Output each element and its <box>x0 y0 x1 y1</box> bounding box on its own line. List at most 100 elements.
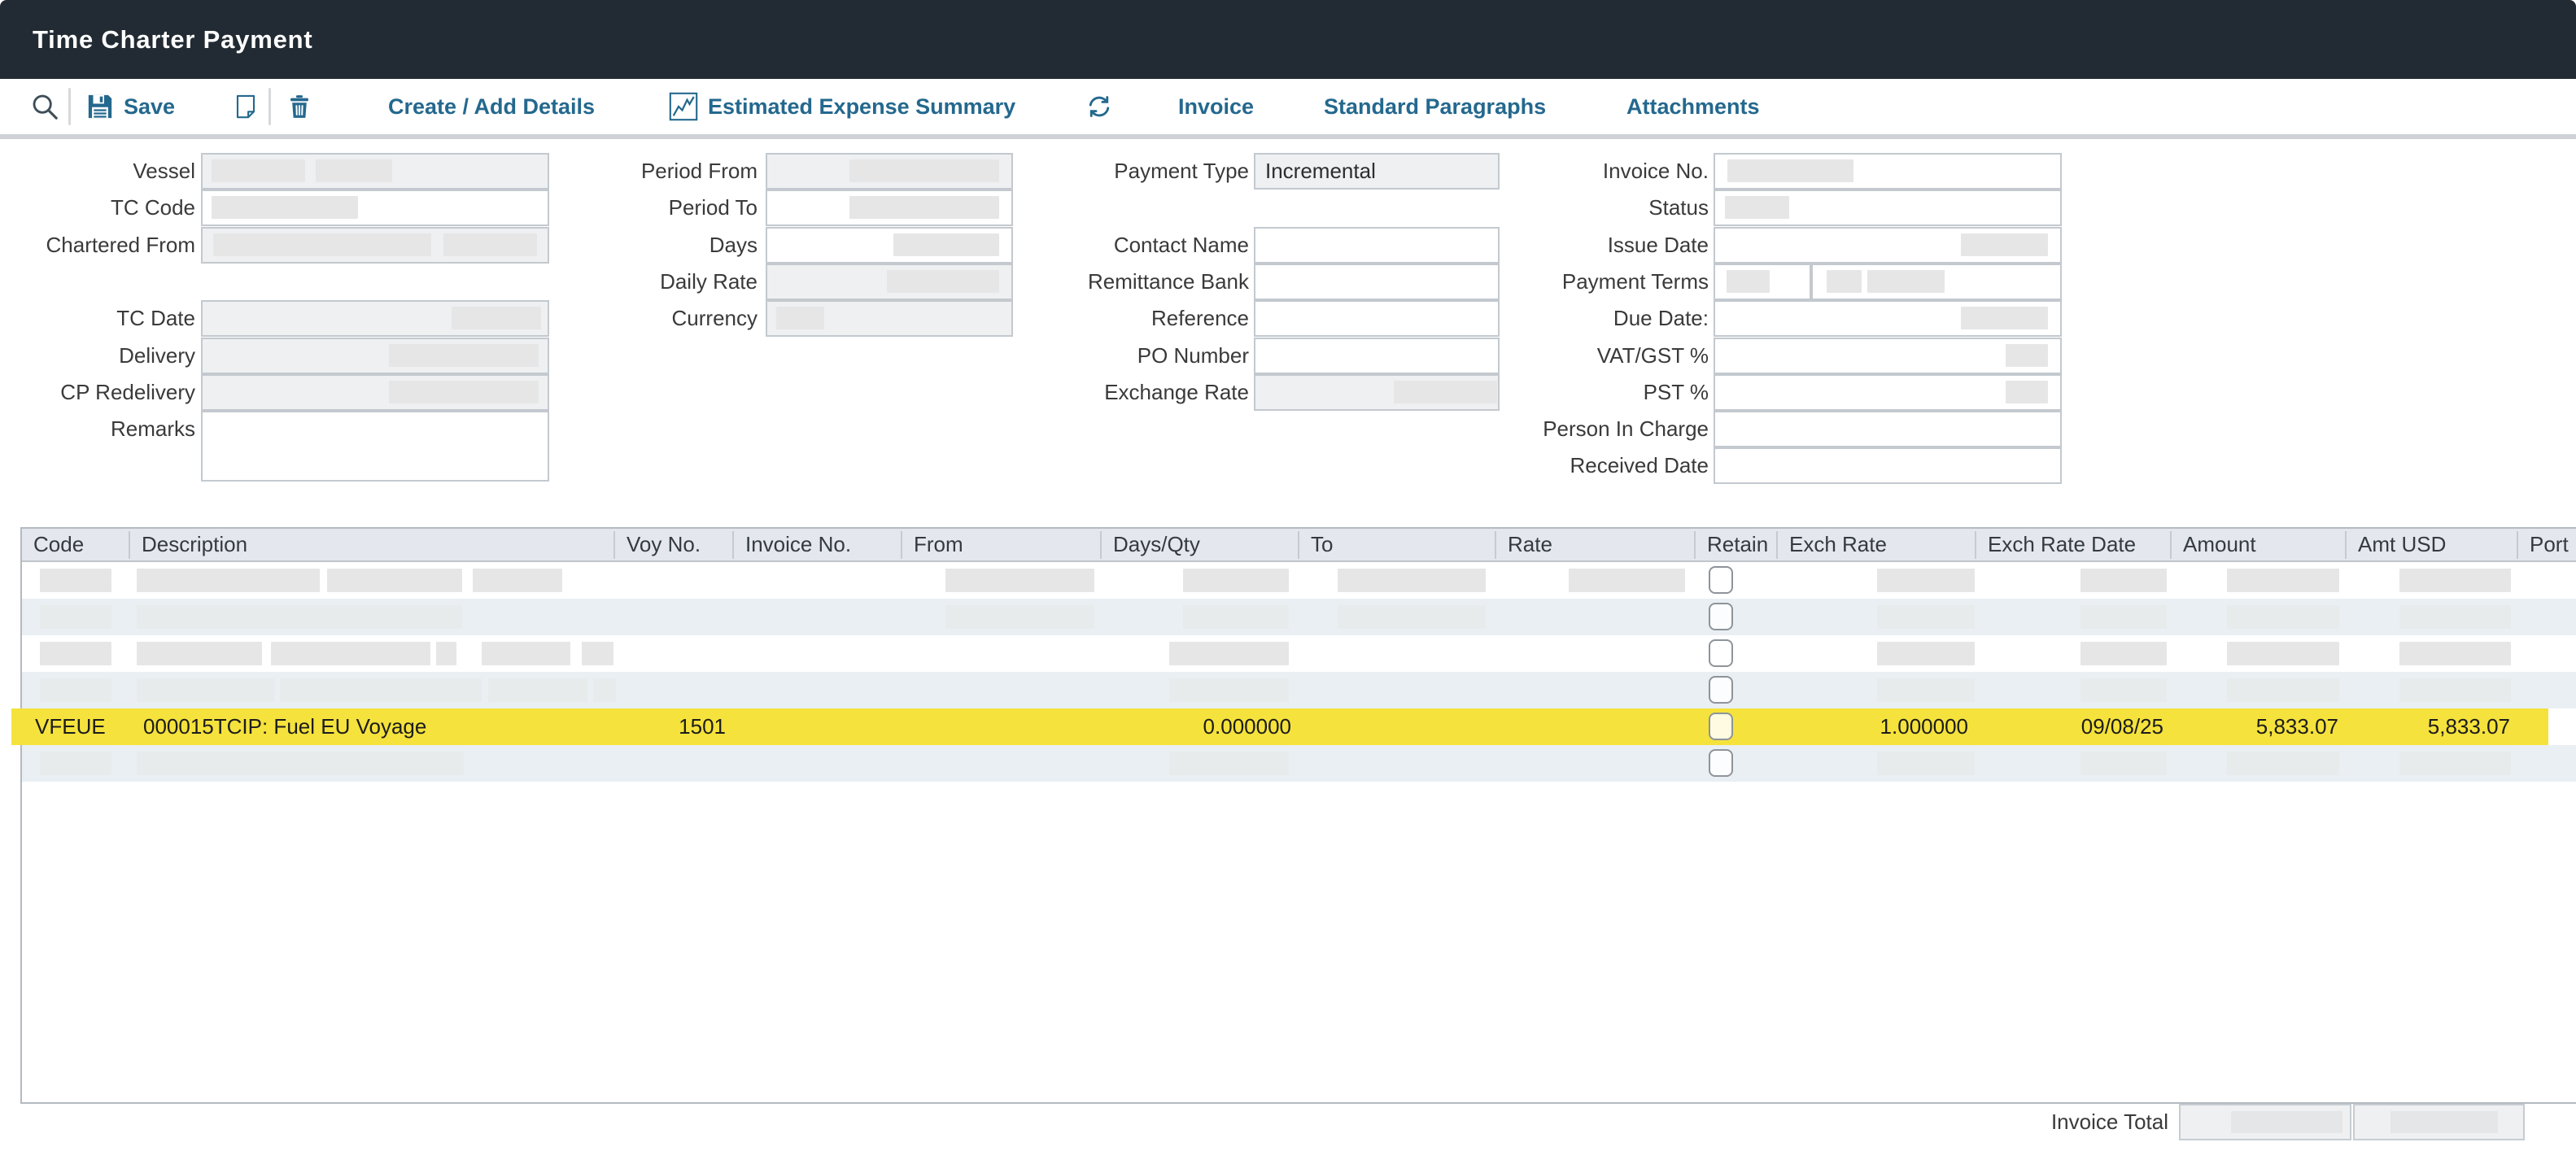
redacted-value <box>945 569 1094 592</box>
redacted-value <box>2399 752 2511 775</box>
redacted-value <box>473 569 562 592</box>
redacted-value <box>1169 752 1289 775</box>
redacted-value <box>1727 270 1770 293</box>
redacted-value <box>776 307 824 329</box>
redacted-value <box>849 196 999 219</box>
column-separator <box>1495 531 1496 559</box>
remarks-input[interactable] <box>201 411 549 482</box>
retain-checkbox[interactable] <box>1709 566 1733 594</box>
payment-type-label: Payment Type <box>891 153 1249 190</box>
cp-redelivery-label: CP Redelivery <box>0 374 195 411</box>
column-separator <box>1298 531 1299 559</box>
redacted-value <box>137 605 462 629</box>
retain-checkbox[interactable] <box>1709 676 1733 704</box>
cell-voy-no: 1501 <box>679 708 726 745</box>
redacted-value <box>1169 642 1289 665</box>
redacted-value <box>1877 569 1975 592</box>
received-date-input[interactable] <box>1714 447 2062 484</box>
redacted-value <box>389 344 539 367</box>
cell-amount: 5,833.07 <box>2256 708 2338 745</box>
redacted-value <box>1877 642 1975 665</box>
delete-button[interactable] <box>286 79 312 134</box>
days-label: Days <box>399 227 758 264</box>
invoice-label: Invoice <box>1178 94 1254 120</box>
redacted-value <box>1877 752 1975 775</box>
chartered-from-label: Chartered From <box>0 227 195 264</box>
page-title: Time Charter Payment <box>33 0 313 79</box>
create-add-details-label: Create / Add Details <box>388 94 595 120</box>
redacted-value <box>945 605 1094 629</box>
redacted-value <box>482 642 570 665</box>
column-separator <box>1776 531 1778 559</box>
person-in-charge-input[interactable] <box>1714 411 2062 447</box>
redacted-value <box>1183 569 1289 592</box>
redacted-value <box>137 752 464 775</box>
redacted-value <box>582 642 613 665</box>
pst-label: PST % <box>1351 374 1709 411</box>
redacted-value <box>40 605 111 629</box>
redacted-value <box>2006 381 2048 403</box>
column-separator <box>2345 531 2347 559</box>
redacted-value <box>2231 1111 2342 1133</box>
remittance-bank-label: Remittance Bank <box>891 264 1249 300</box>
redacted-value <box>1877 678 1975 702</box>
standard-paragraphs-button[interactable]: Standard Paragraphs <box>1324 79 1546 134</box>
save-button[interactable]: Save <box>86 79 175 134</box>
redacted-value <box>1725 196 1789 219</box>
cell-description: 000015TCIP: Fuel EU Voyage <box>143 708 426 745</box>
redacted-value <box>2080 678 2167 702</box>
attachments-button[interactable]: Attachments <box>1626 79 1760 134</box>
retain-checkbox[interactable] <box>1709 749 1733 777</box>
redacted-value <box>1961 307 2048 329</box>
invoice-button[interactable]: Invoice <box>1178 79 1254 134</box>
refresh-button[interactable] <box>1085 79 1113 134</box>
redacted-value <box>40 642 111 665</box>
search-icon <box>29 91 60 122</box>
redacted-value <box>2399 569 2511 592</box>
contact-name-label: Contact Name <box>891 227 1249 264</box>
column-header-invoice-no: Invoice No. <box>745 529 851 560</box>
column-header-exch-rate-date: Exch Rate Date <box>1988 529 2136 560</box>
redacted-value <box>2227 642 2339 665</box>
period-from-label: Period From <box>399 153 758 190</box>
redacted-value <box>2399 642 2511 665</box>
column-separator <box>1694 531 1696 559</box>
retain-checkbox[interactable] <box>1709 603 1733 630</box>
new-document-button[interactable] <box>234 79 258 134</box>
column-header-voy-no: Voy No. <box>627 529 701 560</box>
line-chart-icon <box>669 92 698 121</box>
redacted-value <box>212 196 358 219</box>
person-in-charge-label: Person In Charge <box>1351 411 1709 447</box>
cell-amt-usd: 5,833.07 <box>2428 708 2510 745</box>
standard-paragraphs-label: Standard Paragraphs <box>1324 94 1546 120</box>
vessel-label: Vessel <box>0 153 195 190</box>
estimated-expense-summary-button[interactable]: Estimated Expense Summary <box>669 79 1015 134</box>
create-add-details-button[interactable]: Create / Add Details <box>388 79 595 134</box>
redacted-value <box>2390 1111 2498 1133</box>
redacted-value <box>271 642 430 665</box>
redacted-value <box>2227 569 2339 592</box>
toolbar: Save Create / Add Details Estimated Expe… <box>0 79 2576 134</box>
exchange-rate-label: Exchange Rate <box>891 374 1249 411</box>
window-title-bar: Time Charter Payment <box>0 0 2576 79</box>
column-separator <box>1100 531 1102 559</box>
redacted-value <box>137 569 320 592</box>
redacted-value <box>2080 605 2167 629</box>
invoice-total-label: Invoice Total <box>2051 1104 2168 1140</box>
retain-checkbox[interactable] <box>1709 639 1733 667</box>
redacted-value <box>1867 270 1945 293</box>
search-button[interactable] <box>29 79 60 134</box>
column-header-port: Port <box>2530 529 2569 560</box>
redacted-value <box>137 642 262 665</box>
trash-icon <box>286 92 312 121</box>
redacted-value <box>1569 569 1685 592</box>
retain-checkbox[interactable] <box>1709 713 1733 740</box>
redacted-value <box>40 569 111 592</box>
status-label: Status <box>1351 190 1709 226</box>
estimated-expense-summary-label: Estimated Expense Summary <box>708 94 1015 120</box>
vat-gst-label: VAT/GST % <box>1351 338 1709 374</box>
column-header-description: Description <box>142 529 247 560</box>
redacted-value <box>2080 752 2167 775</box>
redacted-value <box>2399 605 2511 629</box>
column-header-from: From <box>914 529 963 560</box>
